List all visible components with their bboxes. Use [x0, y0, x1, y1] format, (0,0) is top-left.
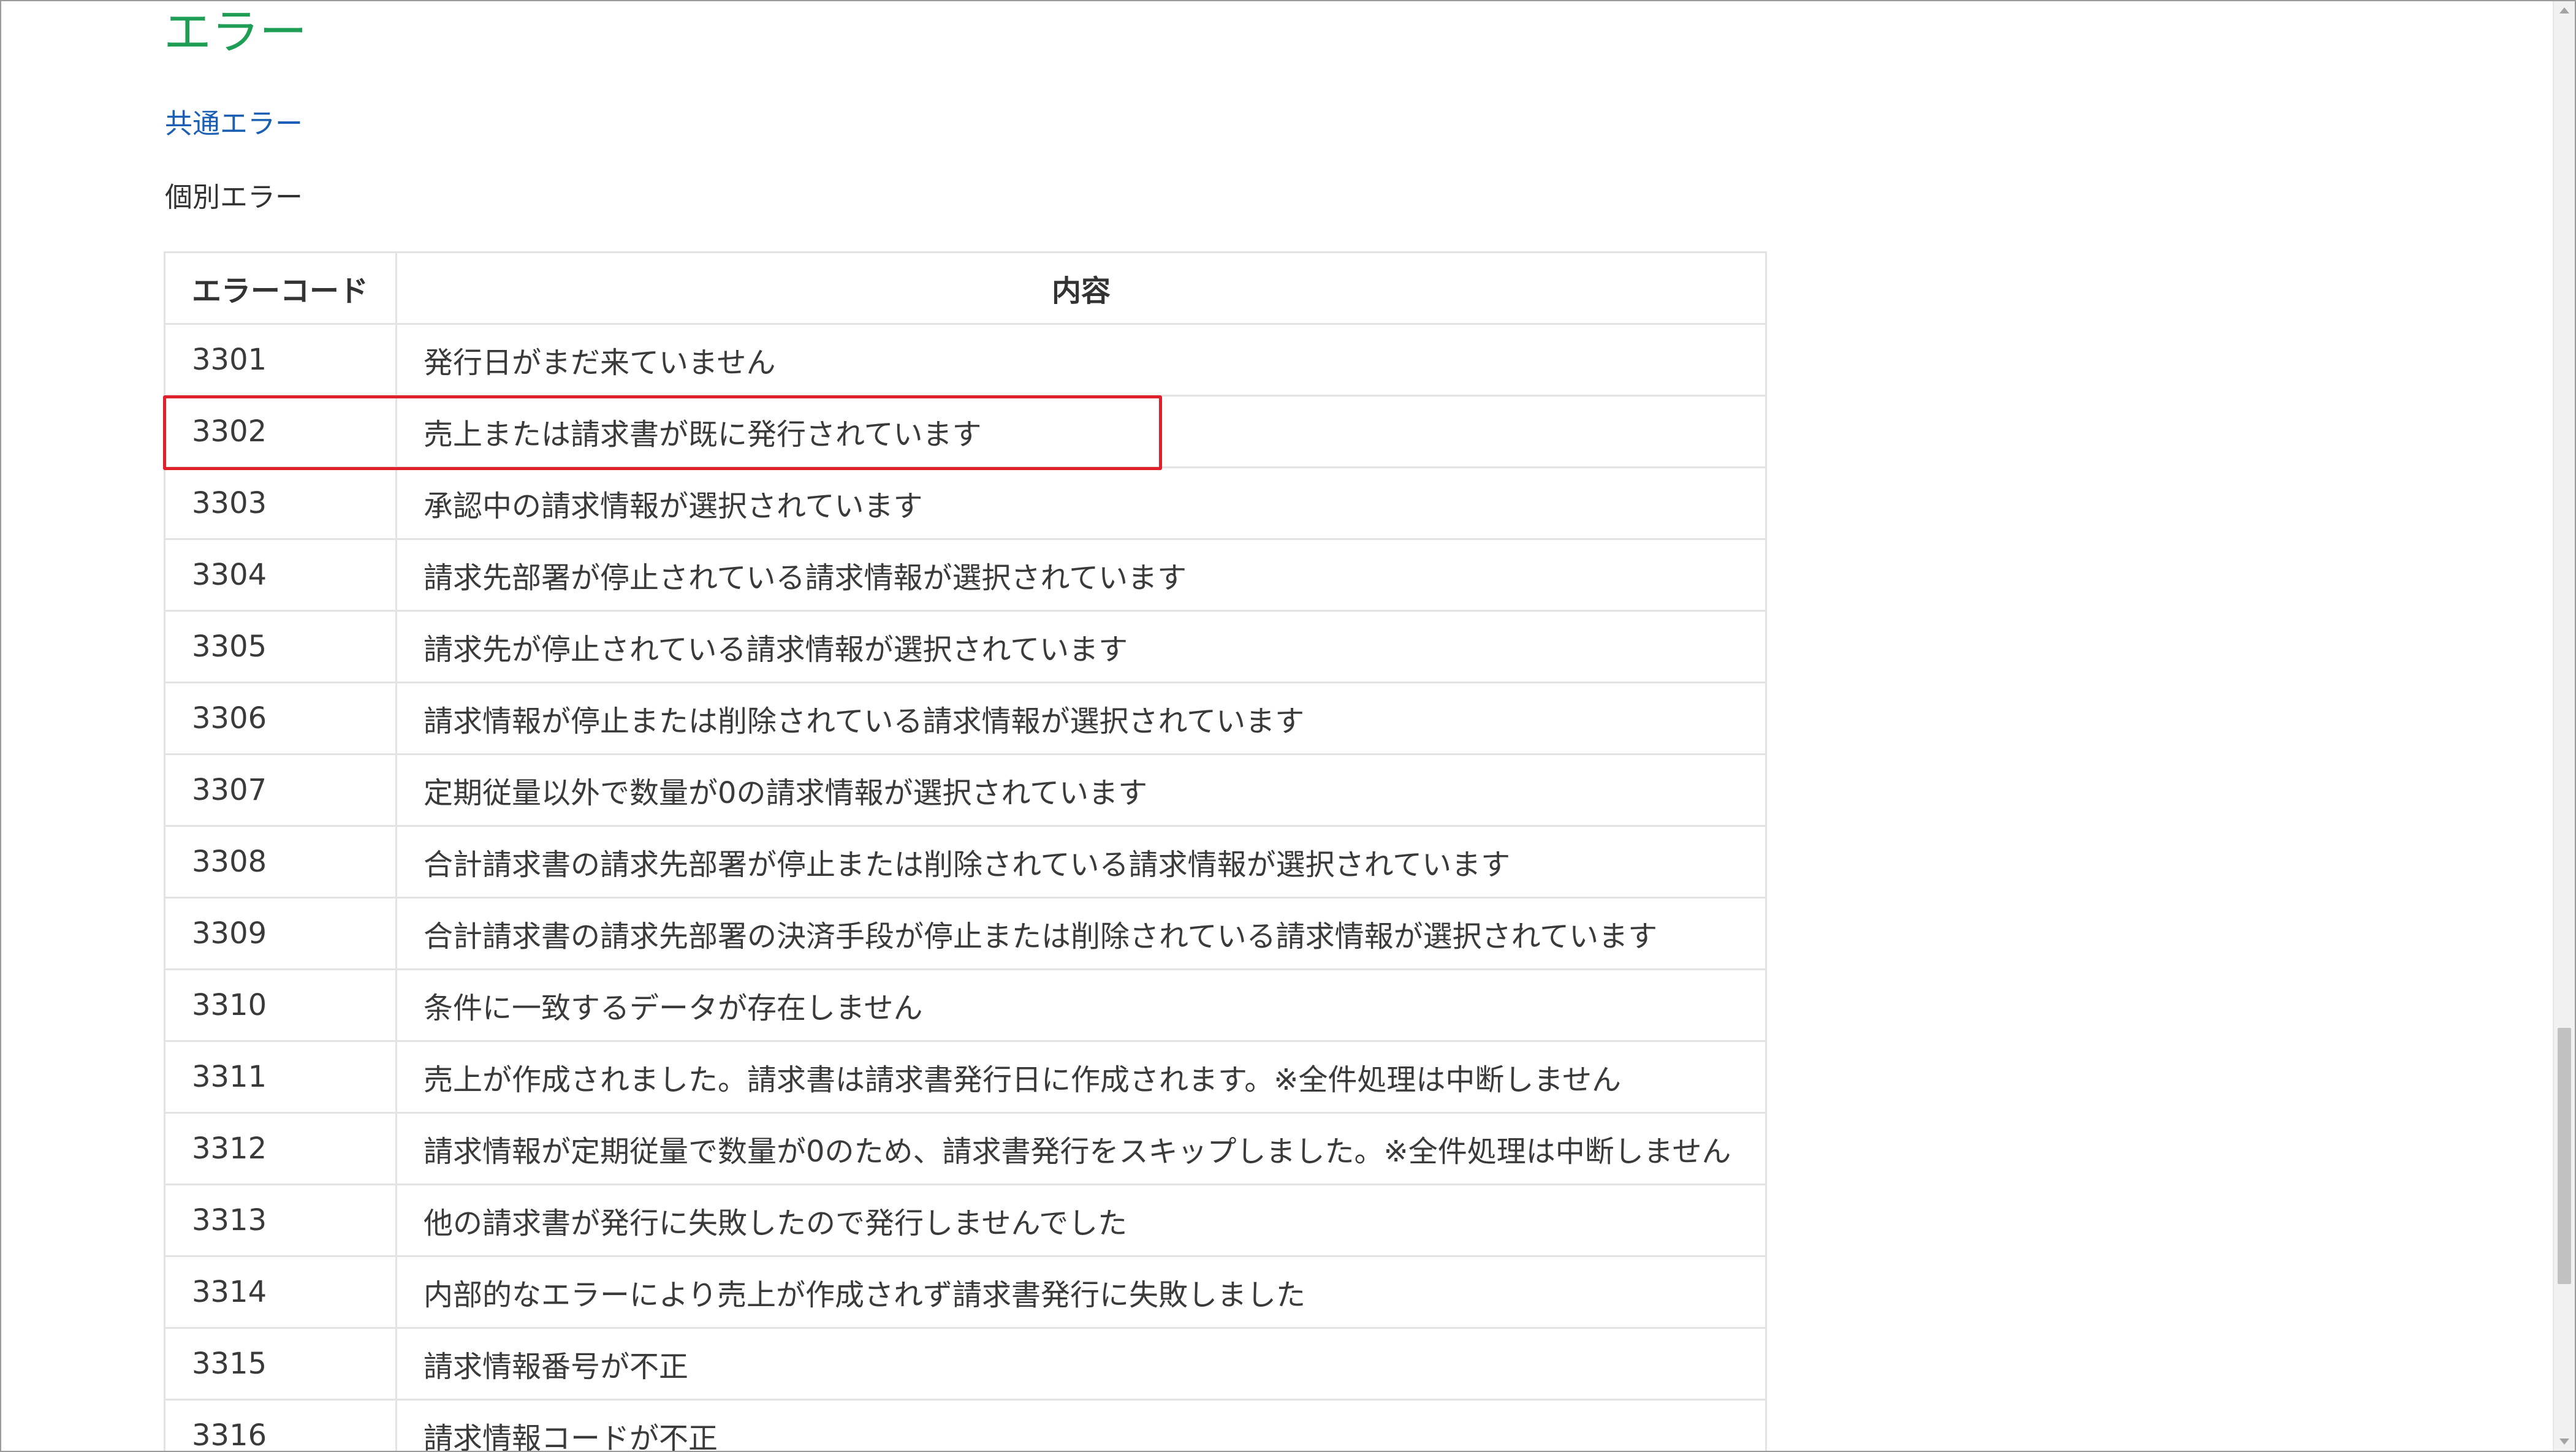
error-code-cell: 3311	[164, 1040, 397, 1114]
vertical-scrollbar[interactable]	[2553, 1, 2575, 1451]
error-code-cell: 3306	[164, 682, 397, 755]
table-row: 3309 合計請求書の請求先部署の決済手段が停止または削除されている請求情報が選択…	[164, 897, 1767, 970]
table-row: 3316 請求情報コードが不正	[164, 1399, 1767, 1451]
error-code-cell: 3313	[164, 1184, 397, 1257]
error-message-cell: 条件に一致するデータが存在しません	[395, 968, 1767, 1042]
error-code-cell: 3304	[164, 538, 397, 612]
page-title: エラー	[164, 5, 308, 60]
error-code-cell: 3302	[164, 395, 397, 468]
individual-errors-heading: 個別エラー	[165, 181, 303, 213]
common-errors-link[interactable]: 共通エラー	[165, 110, 303, 137]
error-code-cell: 3312	[164, 1112, 397, 1185]
error-message-cell: 請求情報番号が不正	[395, 1327, 1767, 1401]
table-row: 3314 内部的なエラーにより売上が作成されず請求書発行に失敗しました	[164, 1255, 1767, 1329]
table-row: 3313 他の請求書が発行に失敗したので発行しませんでした	[164, 1184, 1767, 1257]
error-message-cell: 請求先が停止されている請求情報が選択されています	[395, 610, 1767, 683]
table-row: 3315 請求情報番号が不正	[164, 1327, 1767, 1401]
error-code-cell: 3305	[164, 610, 397, 683]
error-code-cell: 3314	[164, 1255, 397, 1329]
error-message-cell: 請求情報が停止または削除されている請求情報が選択されています	[395, 682, 1767, 755]
error-message-cell: 合計請求書の請求先部署の決済手段が停止または削除されている請求情報が選択されてい…	[395, 897, 1767, 970]
error-code-cell: 3310	[164, 968, 397, 1042]
error-message-cell: 請求情報が定期従量で数量が0のため、請求書発行をスキップしました。※全件処理は中…	[395, 1112, 1767, 1185]
table-row: 3312 請求情報が定期従量で数量が0のため、請求書発行をスキップしました。※全件…	[164, 1112, 1767, 1185]
header-error-code: エラーコード	[164, 251, 397, 325]
error-message-cell: 発行日がまだ来ていません	[395, 323, 1767, 397]
error-code-cell: 3309	[164, 897, 397, 970]
table-row: 3304 請求先部署が停止されている請求情報が選択されています	[164, 538, 1767, 612]
table-row: 3305 請求先が停止されている請求情報が選択されています	[164, 610, 1767, 683]
table-header-row: エラーコード 内容	[164, 251, 1767, 325]
scrollbar-thumb[interactable]	[2558, 1028, 2571, 1284]
error-message-cell: 定期従量以外で数量が0の請求情報が選択されています	[395, 753, 1767, 827]
error-message-cell: 売上または請求書が既に発行されています	[395, 395, 1767, 468]
error-message-cell: 合計請求書の請求先部署が停止または削除されている請求情報が選択されています	[395, 825, 1767, 899]
table-row: 3302 売上または請求書が既に発行されています	[164, 395, 1767, 468]
table-row: 3306 請求情報が停止または削除されている請求情報が選択されています	[164, 682, 1767, 755]
error-code-cell: 3303	[164, 466, 397, 540]
table-row: 3308 合計請求書の請求先部署が停止または削除されている請求情報が選択されていま…	[164, 825, 1767, 899]
error-message-cell: 他の請求書が発行に失敗したので発行しませんでした	[395, 1184, 1767, 1257]
browser-viewport: エラー 共通エラー 個別エラー エラーコード 内容 3301 発行日がまだ来ていま…	[0, 0, 2576, 1452]
header-message: 内容	[395, 251, 1767, 325]
error-code-cell: 3301	[164, 323, 397, 397]
table-row: 3310 条件に一致するデータが存在しません	[164, 968, 1767, 1042]
error-message-cell: 売上が作成されました。請求書は請求書発行日に作成されます。※全件処理は中断しませ…	[395, 1040, 1767, 1114]
scroll-up-arrow-icon[interactable]	[2559, 7, 2569, 13]
error-code-table: エラーコード 内容 3301 発行日がまだ来ていません 3302 売上または請求書が…	[164, 251, 1767, 1451]
error-code-cell: 3308	[164, 825, 397, 899]
error-code-cell: 3307	[164, 753, 397, 827]
table-row: 3311 売上が作成されました。請求書は請求書発行日に作成されます。※全件処理は中…	[164, 1040, 1767, 1114]
error-message-cell: 承認中の請求情報が選択されています	[395, 466, 1767, 540]
table-row: 3301 発行日がまだ来ていません	[164, 323, 1767, 397]
error-message-cell: 内部的なエラーにより売上が作成されず請求書発行に失敗しました	[395, 1255, 1767, 1329]
error-message-cell: 請求情報コードが不正	[395, 1399, 1767, 1451]
error-code-cell: 3316	[164, 1399, 397, 1451]
error-code-cell: 3315	[164, 1327, 397, 1401]
scroll-down-arrow-icon[interactable]	[2559, 1439, 2569, 1445]
error-message-cell: 請求先部署が停止されている請求情報が選択されています	[395, 538, 1767, 612]
table-row: 3303 承認中の請求情報が選択されています	[164, 466, 1767, 540]
table-row: 3307 定期従量以外で数量が0の請求情報が選択されています	[164, 753, 1767, 827]
